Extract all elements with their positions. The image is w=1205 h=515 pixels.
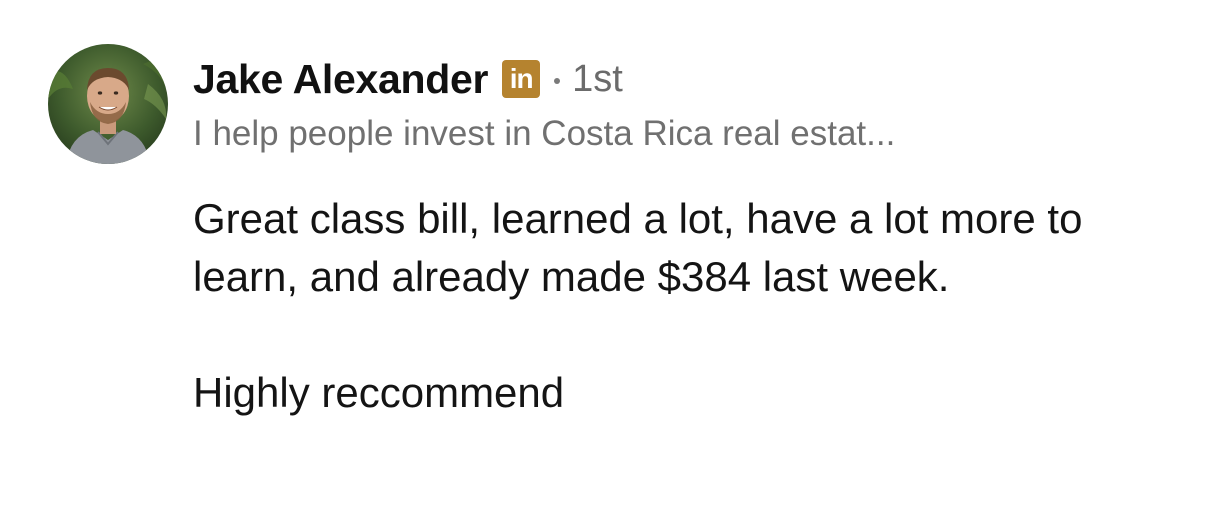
connection-degree: 1st	[572, 57, 623, 100]
comment-body: Great class bill, learned a lot, have a …	[193, 190, 1153, 422]
comment-card: Jake Alexander in 1st I help people inve…	[0, 0, 1205, 515]
comment-header: Jake Alexander in 1st	[193, 52, 623, 106]
comment-paragraph: Great class bill, learned a lot, have a …	[193, 195, 1083, 300]
separator-dot	[554, 78, 561, 84]
linkedin-icon: in	[502, 60, 541, 98]
profile-photo-icon	[48, 44, 168, 164]
comment-paragraph: Highly reccommend	[193, 369, 565, 416]
author-name[interactable]: Jake Alexander	[193, 56, 488, 103]
avatar[interactable]	[48, 44, 168, 164]
author-headline: I help people invest in Costa Rica real …	[193, 114, 896, 153]
